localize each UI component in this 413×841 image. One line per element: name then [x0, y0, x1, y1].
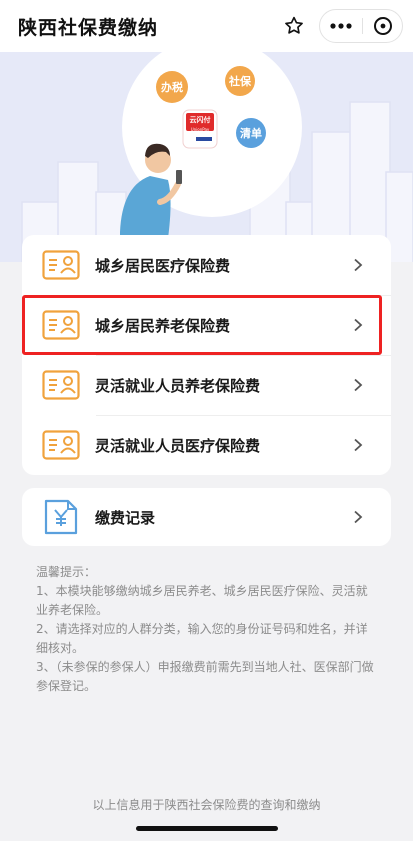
id-card-icon: [42, 310, 80, 340]
payment-record-label: 缴费记录: [95, 508, 156, 527]
top-bar: 陕西社保费缴纳: [0, 0, 413, 52]
home-indicator: [136, 826, 278, 831]
chevron-right-icon: [354, 258, 363, 272]
favorite-button[interactable]: [279, 11, 309, 41]
payment-record-icon: [44, 499, 78, 535]
bubble-social-label: 社保: [229, 75, 251, 88]
unionpay-logo-subtext: UnionPay: [190, 127, 210, 132]
id-card-icon: [42, 370, 80, 400]
payment-record-card: 缴费记录: [22, 488, 391, 546]
tips-section: 温馨提示： 1、本模块能够缴纳城乡居民养老、城乡居民医疗保险、灵活就业养老保险。…: [36, 563, 376, 696]
more-dots-icon: [330, 23, 352, 29]
bubble-list-label: 清单: [240, 127, 262, 140]
service-item-rural-medical[interactable]: 城乡居民医疗保险费: [22, 235, 391, 295]
service-item-label: 灵活就业人员养老保险费: [95, 376, 261, 395]
chevron-right-icon: [354, 378, 363, 392]
unionpay-logo-text: 云闪付: [189, 116, 211, 124]
tips-item: 2、请选择对应的人群分类，输入您的身份证号码和姓名，并详细核对。: [36, 622, 368, 655]
footer-note: 以上信息用于陕西社会保险费的查询和缴纳: [92, 798, 321, 812]
mini-program-capsule: [319, 9, 403, 43]
more-button[interactable]: [320, 10, 362, 42]
service-list-card: 城乡居民医疗保险费 城乡居民养老保险费 灵活就业人员养老保险费 灵活就业人员医疗…: [22, 235, 391, 475]
service-item-label: 城乡居民养老保险费: [95, 316, 231, 335]
chevron-right-icon: [354, 438, 363, 452]
payment-record-item[interactable]: 缴费记录: [22, 488, 391, 546]
service-item-rural-pension[interactable]: 城乡居民养老保险费: [22, 295, 391, 355]
bubble-tax-label: 办税: [161, 81, 183, 94]
banner-illustration: 办税 社保 清单 云闪付 UnionPay: [0, 52, 413, 262]
star-icon: [285, 16, 303, 34]
id-card-icon: [42, 430, 80, 460]
service-item-flexible-medical[interactable]: 灵活就业人员医疗保险费: [22, 415, 391, 475]
close-button[interactable]: [363, 10, 403, 42]
chevron-right-icon: [354, 510, 363, 524]
tips-item: 3、（未参保的参保人）申报缴费前需先到当地人社、医保部门做参保登记。: [36, 660, 374, 693]
tips-heading: 温馨提示：: [36, 565, 97, 579]
service-item-label: 灵活就业人员医疗保险费: [95, 436, 261, 455]
banner-artwork: [21, 52, 413, 262]
page-title: 陕西社保费缴纳: [18, 17, 159, 39]
chevron-right-icon: [354, 318, 363, 332]
close-circle-icon: [374, 17, 392, 35]
service-item-label: 城乡居民医疗保险费: [95, 256, 231, 275]
tips-item: 1、本模块能够缴纳城乡居民养老、城乡居民医疗保险、灵活就业养老保险。: [36, 584, 368, 617]
service-item-flexible-pension[interactable]: 灵活就业人员养老保险费: [22, 355, 391, 415]
id-card-icon: [42, 250, 80, 280]
